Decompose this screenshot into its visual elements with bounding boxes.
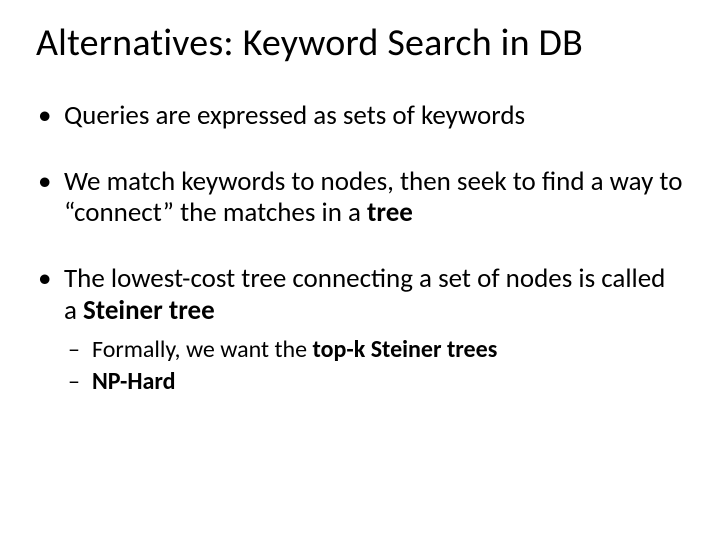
slide-title: Alternatives: Keyword Search in DB bbox=[36, 22, 684, 66]
sub-bullet-text-bold: NP-Hard bbox=[92, 367, 176, 396]
bullet-text-bold: tree bbox=[367, 196, 413, 229]
bullet-item: The lowest-cost tree connecting a set of… bbox=[36, 263, 684, 397]
bullet-text: Queries are expressed as sets of keyword… bbox=[64, 99, 525, 132]
sub-bullet-item: NP-Hard bbox=[64, 367, 684, 397]
bullet-item: We match keywords to nodes, then seek to… bbox=[36, 166, 684, 230]
sub-bullet-text-bold: top-k Steiner trees bbox=[313, 335, 498, 364]
bullet-text-bold: Steiner tree bbox=[83, 294, 215, 327]
sub-bullet-text: Formally, we want the bbox=[92, 335, 313, 364]
sub-bullet-list: Formally, we want the top-k Steiner tree… bbox=[64, 335, 684, 397]
sub-bullet-item: Formally, we want the top-k Steiner tree… bbox=[64, 335, 684, 365]
bullet-list: Queries are expressed as sets of keyword… bbox=[36, 100, 684, 397]
bullet-item: Queries are expressed as sets of keyword… bbox=[36, 100, 684, 132]
slide: Alternatives: Keyword Search in DB Queri… bbox=[0, 0, 720, 540]
